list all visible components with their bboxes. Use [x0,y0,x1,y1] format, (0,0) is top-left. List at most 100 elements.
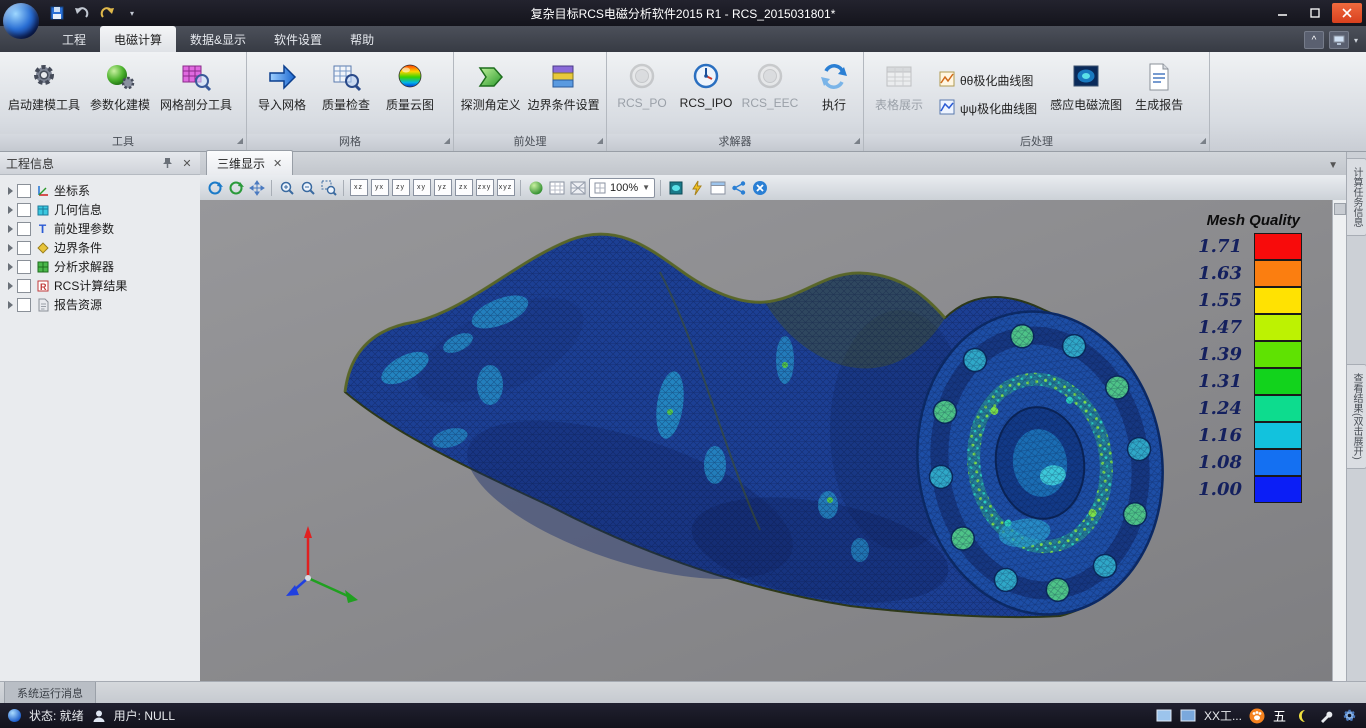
mesh-partition-tool-button[interactable]: 网格剖分工具 [155,55,237,134]
table-display-button[interactable]: 表格展示 [867,55,931,134]
tree-item-rcs-results[interactable]: R RCS计算结果 [6,276,200,295]
dialog-launcher-icon[interactable]: ◢ [597,132,603,149]
tree-item-boundary-conditions[interactable]: 边界条件 [6,238,200,257]
checkbox[interactable] [17,203,31,217]
view-results-vertical-tab[interactable]: 查看结果(双击展开) [1347,364,1366,469]
rcs-eec-button[interactable]: RCS_EEC [738,55,802,134]
grid-view-icon[interactable] [547,178,566,197]
chevron-down-icon[interactable]: ▾ [1354,36,1358,45]
quality-cloud-map-button[interactable]: 质量云图 [378,55,442,134]
zoom-window-icon[interactable] [319,178,338,197]
expander-icon[interactable] [8,301,13,309]
redo-button[interactable] [98,4,116,22]
qat-customize-icon[interactable]: ▾ [123,4,141,22]
taskbar-window-icon[interactable] [1180,707,1197,724]
launch-modeling-tool-button[interactable]: 启动建模工具 [3,55,85,134]
tab-3d-display[interactable]: 三维显示 ✕ [206,150,293,175]
expander-icon[interactable] [8,263,13,271]
checkbox[interactable] [17,279,31,293]
close-icon[interactable]: ✕ [180,156,194,170]
generate-report-button[interactable]: 生成报告 [1127,55,1191,134]
export-view-icon[interactable] [729,178,748,197]
checkbox[interactable] [17,260,31,274]
close-view-icon[interactable] [750,178,769,197]
view-zy-icon[interactable]: zy [391,178,410,197]
zoom-level-select[interactable]: 100% ▼ [589,178,655,198]
window-layout-icon[interactable] [708,178,727,197]
view-xy-icon[interactable]: xy [412,178,431,197]
expander-icon[interactable] [8,282,13,290]
maximize-button[interactable] [1300,3,1330,23]
taskbar-app-text[interactable]: XX工... [1204,707,1242,724]
collapse-handle[interactable] [1334,203,1346,215]
probe-angle-define-button[interactable]: 探测角定义 [457,55,524,134]
theta-polarization-curve-button[interactable]: θθ极化曲线图 [935,70,1041,92]
minimize-ribbon-icon[interactable]: ^ [1304,31,1324,49]
gear-icon[interactable] [1341,707,1358,724]
chevron-down-icon[interactable]: ▼ [1320,160,1346,175]
expander-icon[interactable] [8,225,13,233]
checkbox[interactable] [17,241,31,255]
rcs-po-button[interactable]: RCS_PO [610,55,674,134]
dialog-launcher-icon[interactable]: ◢ [444,132,450,149]
dialog-launcher-icon[interactable]: ◢ [237,132,243,149]
view-yx-icon[interactable]: yx [370,178,389,197]
light-icon[interactable] [687,178,706,197]
tab-settings[interactable]: 软件设置 [260,26,336,52]
zoom-out-icon[interactable] [298,178,317,197]
undo-button[interactable] [73,4,91,22]
dialog-launcher-icon[interactable]: ◢ [854,132,860,149]
tree-item-preprocess-params[interactable]: T 前处理参数 [6,219,200,238]
system-messages-tab[interactable]: 系统运行消息 [4,682,96,703]
zoom-in-icon[interactable] [277,178,296,197]
checkbox[interactable] [17,222,31,236]
tree-item-report-resources[interactable]: 报告资源 [6,295,200,314]
taskbar-window-icon[interactable] [1156,707,1173,724]
save-button[interactable] [48,4,66,22]
tab-em-computation[interactable]: 电磁计算 [100,26,176,52]
render-mode-icon[interactable] [666,178,685,197]
tab-data-display[interactable]: 数据&显示 [176,26,260,52]
close-button[interactable] [1332,3,1362,23]
psi-polarization-curve-button[interactable]: ψψ极化曲线图 [935,98,1041,120]
dialog-launcher-icon[interactable]: ◢ [1200,132,1206,149]
pin-icon[interactable] [160,156,174,170]
tab-project[interactable]: 工程 [48,26,100,52]
import-mesh-button[interactable]: 导入网格 [250,55,314,134]
tree-item-analysis-solver[interactable]: 分析求解器 [6,257,200,276]
tree-item-geometry-info[interactable]: 几何信息 [6,200,200,219]
ime-paw-icon[interactable] [1249,707,1266,724]
expander-icon[interactable] [8,187,13,195]
view-xz-icon[interactable]: xz [349,178,368,197]
view-iso1-icon[interactable]: zxy [475,178,494,197]
pan-icon[interactable] [247,178,266,197]
boundary-condition-settings-button[interactable]: 边界条件设置 [524,55,603,134]
minimize-button[interactable] [1268,3,1298,23]
shaded-view-icon[interactable] [526,178,545,197]
expander-icon[interactable] [8,244,13,252]
view-yz-icon[interactable]: yz [433,178,452,197]
view-iso2-icon[interactable]: xyz [496,178,515,197]
rcs-ipo-button[interactable]: RCS_IPO [674,55,738,134]
viewport-canvas[interactable]: Mesh Quality 1.71 1.63 1.55 1.47 1.39 1.… [200,200,1332,682]
side-scroll-strip[interactable] [1332,200,1347,682]
tree-item-coordinate-system[interactable]: 坐标系 [6,181,200,200]
orbit-icon[interactable] [205,178,224,197]
tab-help[interactable]: 帮助 [336,26,388,52]
induced-current-map-button[interactable]: 感应电磁流图 [1045,55,1127,134]
view-zx-icon[interactable]: zx [454,178,473,197]
quality-check-button[interactable]: 质量检查 [314,55,378,134]
wireframe-view-icon[interactable] [568,178,587,197]
spin-icon[interactable] [226,178,245,197]
parametric-modeling-button[interactable]: 参数化建模 [85,55,155,134]
task-info-vertical-tab[interactable]: 计算任务信息 [1347,158,1366,236]
execute-button[interactable]: 执行 [802,55,866,134]
expander-icon[interactable] [8,206,13,214]
checkbox[interactable] [17,298,31,312]
display-icon[interactable] [1329,31,1349,49]
ime-mode-label[interactable]: 五 [1273,706,1286,725]
close-icon[interactable]: ✕ [273,157,282,170]
wrench-icon[interactable] [1317,707,1334,724]
moon-icon[interactable] [1293,707,1310,724]
checkbox[interactable] [17,184,31,198]
